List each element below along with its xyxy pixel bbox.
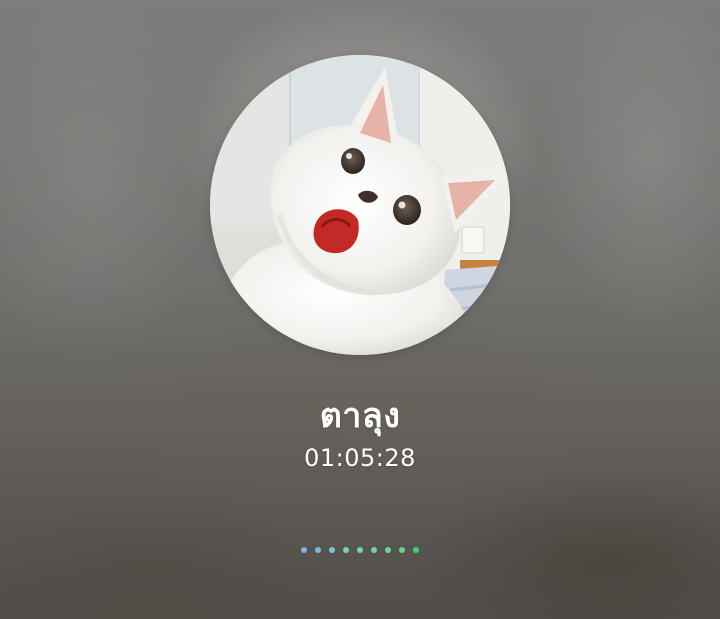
connection-dot <box>357 547 363 553</box>
connection-dot <box>371 547 377 553</box>
connection-dot <box>399 547 405 553</box>
caller-avatar <box>210 55 510 355</box>
connection-dot <box>343 547 349 553</box>
caller-name: ตาลุง <box>319 396 401 436</box>
connection-dot <box>385 547 391 553</box>
connection-dot <box>315 547 321 553</box>
cat-photo-icon <box>210 55 510 355</box>
connection-indicator <box>0 547 720 553</box>
connection-dot <box>301 547 307 553</box>
call-duration-timer: 01:05:28 <box>304 444 416 472</box>
connection-dot <box>329 547 335 553</box>
voice-call-screen: ตาลุง 01:05:28 <box>0 0 720 619</box>
connection-dot <box>413 547 419 553</box>
